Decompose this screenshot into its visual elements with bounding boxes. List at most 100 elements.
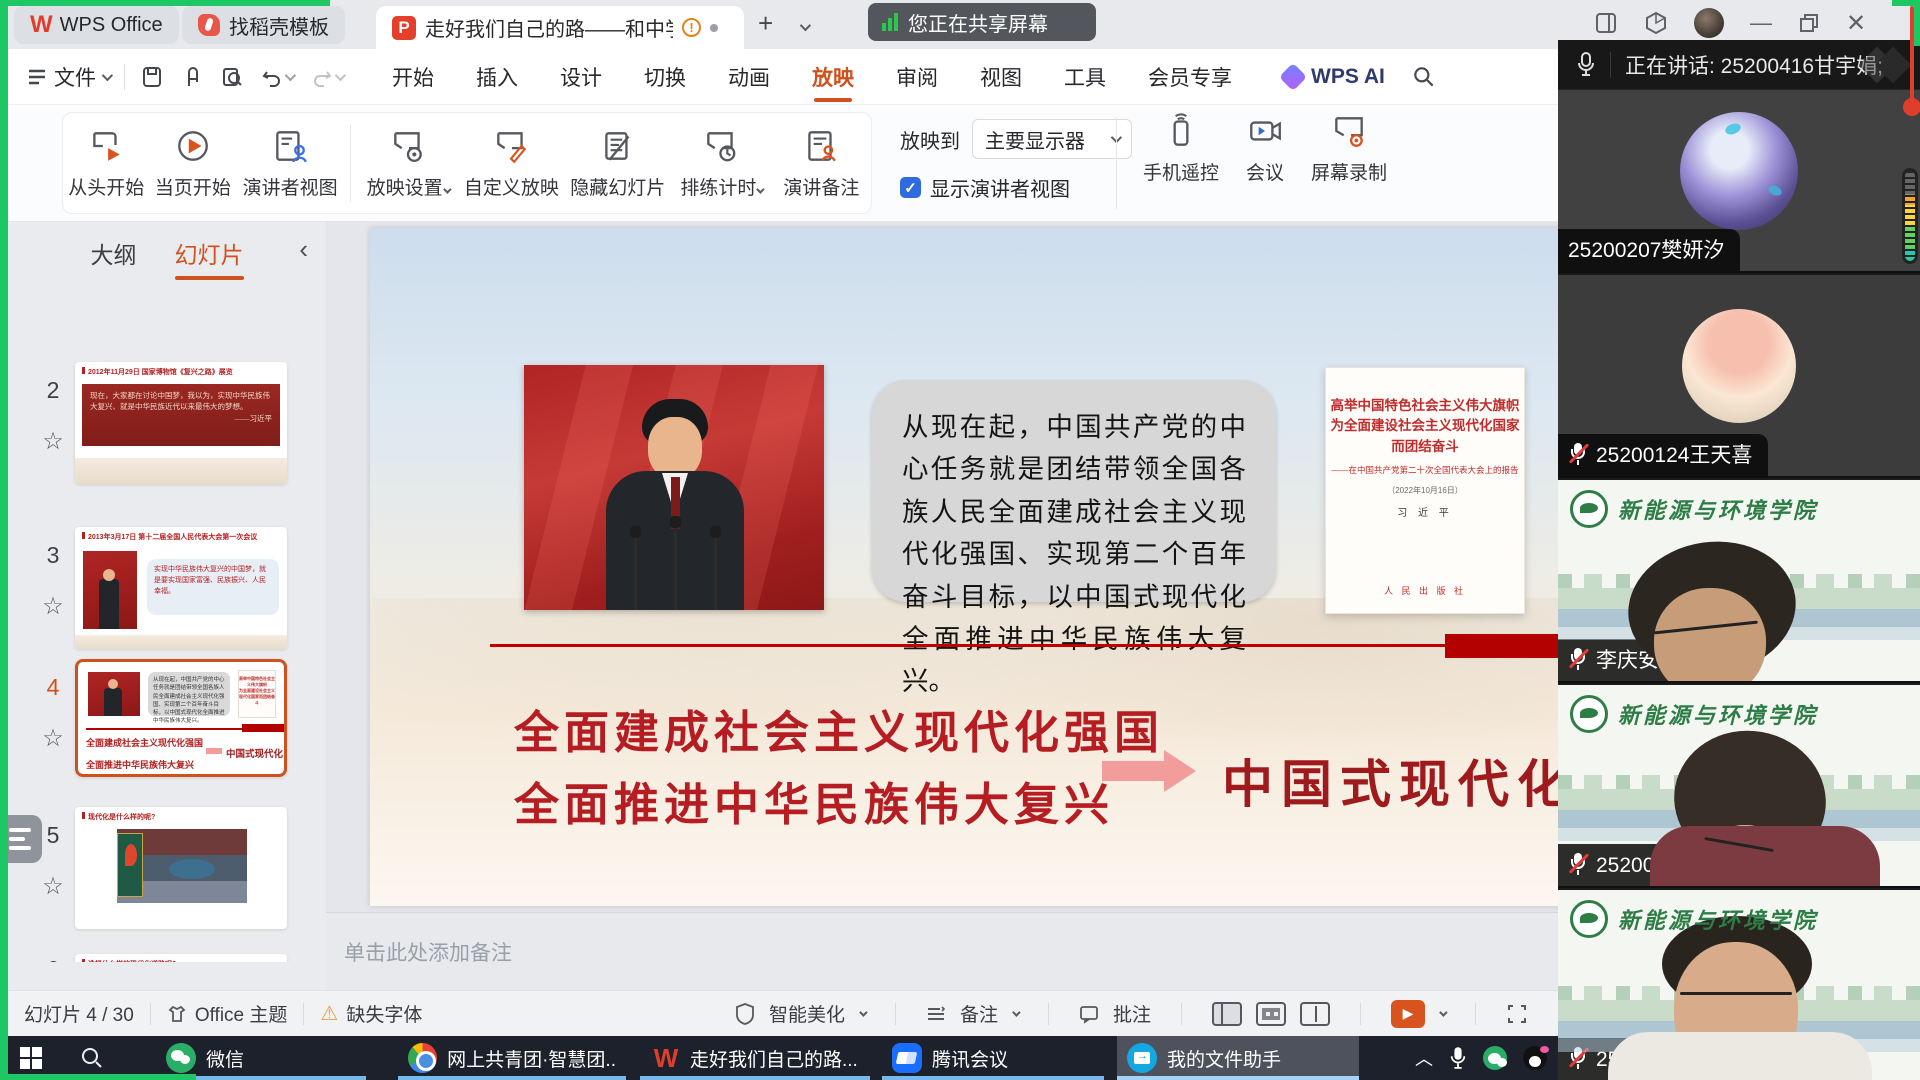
- school-banner: 新能源与环境学院: [1570, 695, 1818, 733]
- ribbon-tab-slideshow[interactable]: 放映: [791, 50, 875, 104]
- play-from-start-button[interactable]: 从头开始: [63, 127, 150, 200]
- speech-photo[interactable]: [524, 365, 824, 610]
- ribbon-tab-home[interactable]: 开始: [371, 50, 455, 104]
- taskbar-app-tencent-meeting[interactable]: 腾讯会议: [882, 1036, 1104, 1080]
- missing-font-label[interactable]: 缺失字体: [346, 1000, 422, 1027]
- participant-tile[interactable]: 新能源与环境学院 25200309冯玥颖: [1558, 685, 1920, 888]
- wps-ai-button[interactable]: WPS AI: [1283, 65, 1385, 89]
- participant-tile[interactable]: 25200207樊妍汐: [1558, 90, 1920, 273]
- slide-thumbnail-2[interactable]: 2012年11月29日 国家博物馆《复兴之路》展览 现在，大家都在讨论中国梦，我…: [75, 362, 287, 484]
- speaker-notes-button[interactable]: 演讲备注: [772, 127, 871, 200]
- app-tab-wps-office[interactable]: W WPS Office: [14, 6, 179, 44]
- windows-icon: [20, 1047, 42, 1069]
- ribbon-tab-insert[interactable]: 插入: [455, 50, 539, 104]
- ribbon-tab-review[interactable]: 审阅: [875, 50, 959, 104]
- speaker-view-checkbox[interactable]: ✓ 显示演讲者视图: [900, 173, 1132, 202]
- taskbar-app-wps[interactable]: W 走好我们自己的路...: [640, 1036, 870, 1080]
- beautify-label[interactable]: 智能美化: [769, 1000, 845, 1027]
- ribbon-tab-tools[interactable]: 工具: [1043, 50, 1127, 104]
- slide-headline-1[interactable]: 全面建成社会主义现代化强国: [514, 696, 1164, 761]
- slide-thumbnail-3[interactable]: 2013年3月17日 第十二届全国人民代表大会第一次会议 实现中华民族伟大复兴的…: [75, 527, 287, 649]
- custom-slideshow-button[interactable]: 自定义放映: [458, 127, 564, 200]
- app-tab-template-store[interactable]: 找稻壳模板: [182, 6, 345, 44]
- find-replace-icon[interactable]: [219, 64, 245, 90]
- phone-remote-button[interactable]: 手机遥控: [1133, 112, 1229, 185]
- workspace-box-icon[interactable]: [1644, 11, 1668, 35]
- slideshow-play-button[interactable]: ▶: [1391, 1000, 1425, 1028]
- share-border-left: [0, 0, 8, 1080]
- quote-bubble[interactable]: 从现在起，中国共产党的中心任务就是团结带领全国各族人民全面建成社会主义现代化强国…: [872, 380, 1276, 602]
- notes-area[interactable]: 单击此处添加备注: [326, 912, 1558, 990]
- ribbon-tab-membership[interactable]: 会员专享: [1127, 50, 1253, 104]
- report-book-cover[interactable]: 高举中国特色社会主义伟大旗帜 为全面建设社会主义现代化国家而团结奋斗 ——在中国…: [1325, 367, 1525, 614]
- ribbon-tab-transition[interactable]: 切换: [623, 50, 707, 104]
- star-icon[interactable]: ☆: [36, 872, 70, 901]
- slideshow-settings-button[interactable]: 放映设置: [357, 127, 458, 200]
- ribbon-tab-view[interactable]: 视图: [959, 50, 1043, 104]
- user-avatar[interactable]: [1694, 8, 1724, 38]
- output-icon[interactable]: [179, 64, 205, 90]
- play-from-current-button[interactable]: 当页开始: [150, 127, 237, 200]
- slide-canvas[interactable]: 从现在起，中国共产党的中心任务就是团结带领全国各族人民全面建成社会主义现代化强国…: [370, 228, 1602, 906]
- close-button[interactable]: ✕: [1846, 9, 1866, 38]
- comments-icon: [1079, 1004, 1099, 1024]
- tray-expand-chevron[interactable]: ︿: [1415, 1045, 1433, 1071]
- collapse-panel-chevron[interactable]: ‹: [299, 234, 308, 265]
- tab-slides[interactable]: 幻灯片: [175, 236, 244, 270]
- tab-list-chevron[interactable]: [800, 18, 808, 36]
- participant-tile[interactable]: 25200124王天喜: [1558, 275, 1920, 478]
- search-button[interactable]: [1411, 64, 1437, 90]
- tray-wechat-icon[interactable]: [1483, 1046, 1507, 1070]
- taskbar-app-chrome[interactable]: 网上共青团·智慧团...: [398, 1036, 626, 1080]
- slide-thumbnail-6[interactable]: 选择什么样的现代化道路呢? “四个现代化”: [75, 954, 287, 962]
- slide-thumbnail-5[interactable]: 现代化是什么样的呢?: [75, 807, 287, 929]
- participant-tile[interactable]: 新能源与环境学院 25200131徐万洲: [1558, 890, 1920, 1080]
- app-tab-label: 找稻壳模板: [229, 11, 329, 40]
- participant-tile[interactable]: 新能源与环境学院 李庆安: [1558, 480, 1920, 683]
- share-border-right: [1914, 0, 1920, 46]
- doc-warning-icon[interactable]: !: [682, 18, 701, 37]
- slide-headline-2[interactable]: 全面推进中华民族伟大复兴: [514, 768, 1114, 833]
- new-tab-button[interactable]: +: [758, 10, 773, 36]
- key-term[interactable]: 中国式现代化: [1222, 743, 1576, 817]
- notes-toggle-label[interactable]: 备注: [960, 1000, 998, 1027]
- redo-button[interactable]: [309, 64, 335, 90]
- document-tab[interactable]: P 走好我们自己的路——和中学 !: [376, 6, 744, 49]
- taskbar-app-file-assistant[interactable]: 我的文件助手: [1117, 1036, 1359, 1080]
- ppt-file-icon: P: [392, 16, 416, 40]
- file-menu[interactable]: 文件: [26, 62, 110, 92]
- rehearse-timings-button[interactable]: 排练计时: [671, 127, 772, 200]
- tab-unsaved-dot[interactable]: [710, 24, 718, 32]
- search-icon: [80, 1046, 104, 1070]
- volume-slider[interactable]: [1910, 6, 1914, 102]
- presenter-view-button[interactable]: 演讲者视图: [236, 127, 344, 200]
- slide-thumbnail-4-selected[interactable]: 从现在起，中国共产党的中心任务就是团结带领全国各族人民全面建成社会主义现代化强国…: [75, 659, 287, 777]
- display-to-dropdown[interactable]: 主要显示器: [972, 119, 1132, 159]
- undo-button[interactable]: [259, 64, 285, 90]
- reading-view-button[interactable]: [1300, 1002, 1330, 1026]
- screen-record-button[interactable]: 屏幕录制: [1301, 112, 1397, 185]
- star-icon[interactable]: ☆: [36, 724, 70, 753]
- document-tab-title: 走好我们自己的路——和中学: [425, 13, 673, 42]
- star-icon[interactable]: ☆: [36, 592, 70, 621]
- meeting-button[interactable]: 会议: [1229, 112, 1301, 185]
- tab-outline[interactable]: 大纲: [91, 236, 137, 270]
- tencent-meeting-watermark-icon: [1858, 46, 1918, 86]
- slide-panel: 大纲 幻灯片 ‹ 2 ☆ 2012年11月29日 国家博物馆《复兴之路》展览 现…: [8, 222, 326, 990]
- save-icon[interactable]: [139, 64, 165, 90]
- ribbon-tab-design[interactable]: 设计: [539, 50, 623, 104]
- normal-view-button[interactable]: [1212, 1002, 1242, 1026]
- theme-label[interactable]: Office 主题: [195, 1000, 288, 1027]
- notes-placeholder: 单击此处添加备注: [344, 937, 512, 967]
- minimize-button[interactable]: —: [1750, 10, 1772, 36]
- comments-label[interactable]: 批注: [1113, 1000, 1151, 1027]
- tray-qq-icon[interactable]: [1523, 1046, 1547, 1070]
- restore-button[interactable]: [1798, 12, 1820, 34]
- hide-slide-button[interactable]: 隐藏幻灯片: [565, 127, 671, 200]
- slide-sorter-view-button[interactable]: [1256, 1002, 1286, 1026]
- fullscreen-icon[interactable]: [1506, 1003, 1528, 1025]
- tray-microphone-icon[interactable]: [1449, 1046, 1467, 1070]
- side-pane-icon[interactable]: [1594, 11, 1618, 35]
- star-icon[interactable]: ☆: [36, 427, 70, 456]
- ribbon-tab-animation[interactable]: 动画: [707, 50, 791, 104]
